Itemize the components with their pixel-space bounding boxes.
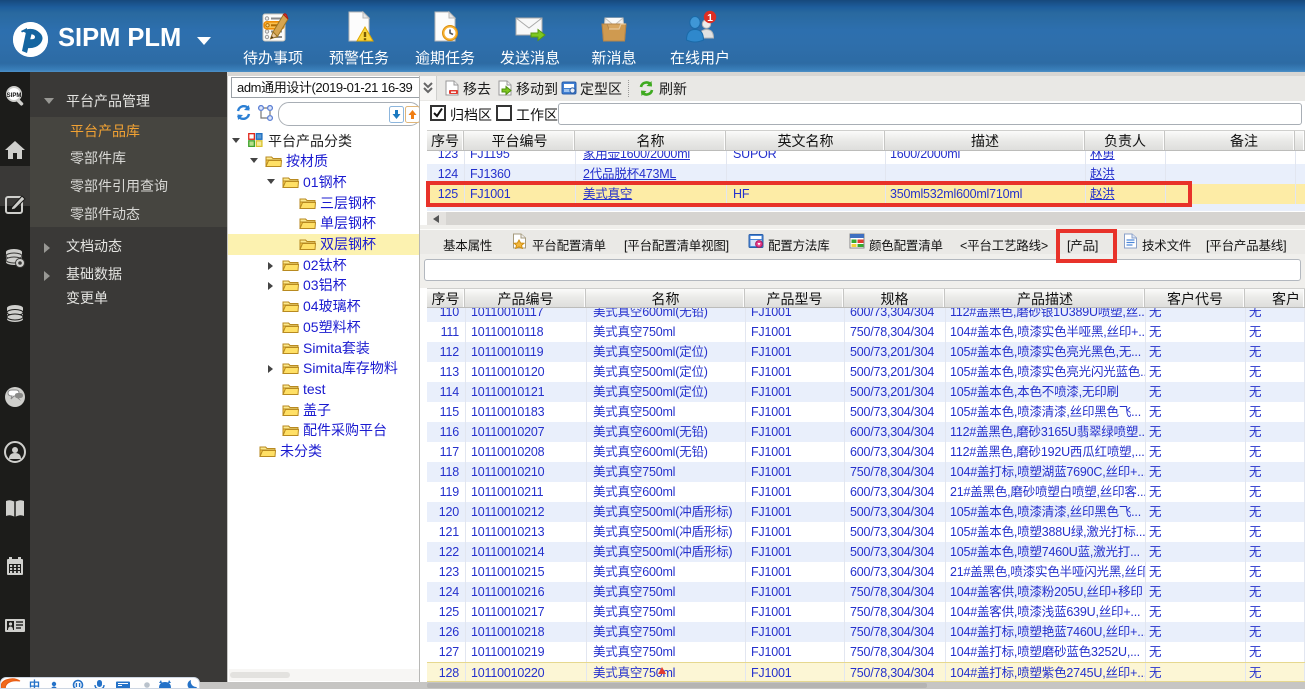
svg-text:1: 1 [707,12,713,24]
svg-text:中: 中 [29,678,40,689]
svg-text:SIPM: SIPM [7,93,22,99]
